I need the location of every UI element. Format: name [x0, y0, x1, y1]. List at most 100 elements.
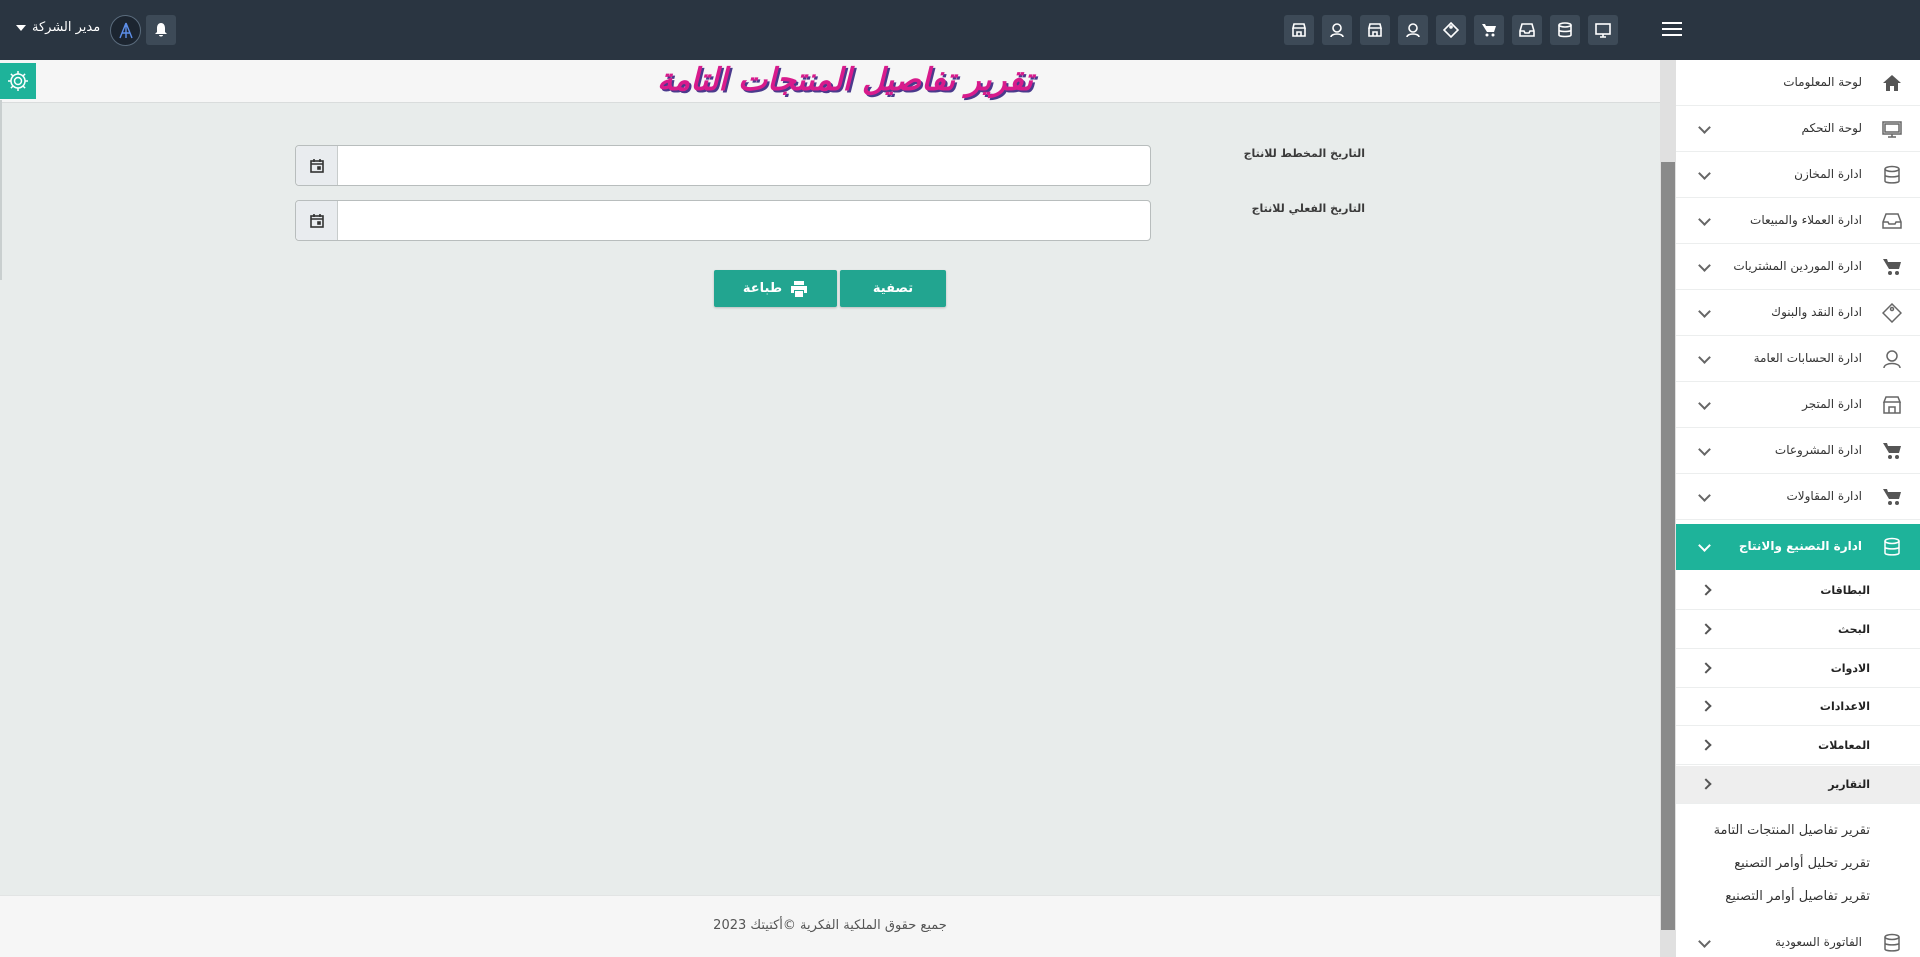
submenu-label: المعاملات [1818, 739, 1870, 752]
sidebar-item-dashboard-info[interactable]: لوحة المعلومات [1676, 60, 1920, 106]
sidebar-item-suppliers-purchases[interactable]: ادارة الموردين المشتريات [1676, 244, 1920, 290]
submenu-label: البحث [1838, 623, 1870, 636]
planned-date-field [295, 145, 1151, 186]
monitor-icon[interactable] [1588, 15, 1618, 45]
sidebar-item-manufacturing[interactable]: ادارة التصنيع والانتاج [1676, 524, 1920, 570]
planned-date-input[interactable] [338, 146, 1148, 185]
chevron-right-icon [1700, 623, 1712, 635]
calendar-icon[interactable] [296, 201, 338, 240]
submenu-label: الادوات [1830, 662, 1870, 675]
chevron-down-icon [1698, 397, 1711, 410]
sidebar-item-warehouses[interactable]: ادارة المخازن [1676, 152, 1920, 198]
page-footer: جميع حقوق الملكية الفكرية ©أكتيتك 2023 [0, 895, 1660, 957]
cart-icon [1882, 257, 1902, 277]
sidebar-item-label: ادارة الحسابات العامة [1753, 351, 1862, 365]
report-link-orders-analysis[interactable]: تقرير تحليل أوامر التصنيع [1734, 856, 1870, 871]
sidebar-item-label: ادارة المخازن [1794, 167, 1862, 181]
user-menu-dropdown[interactable]: مدير الشركة [16, 20, 100, 35]
tag-icon[interactable] [1436, 15, 1466, 45]
actual-date-input[interactable] [338, 201, 1148, 240]
cart-icon [1882, 487, 1902, 507]
sidebar-item-label: ادارة المشروعات [1774, 443, 1862, 457]
menu-toggle-icon[interactable] [1660, 18, 1684, 42]
sidebar-item-general-accounts[interactable]: ادارة الحسابات العامة [1676, 336, 1920, 382]
user-avatar[interactable] [110, 15, 141, 46]
sidebar-item-label: الفاتورة السعودية [1775, 935, 1862, 949]
chevron-down-icon [1698, 539, 1711, 552]
submenu-item-tools[interactable]: الادوات [1676, 650, 1920, 688]
sidebar-item-contracting[interactable]: ادارة المقاولات [1676, 474, 1920, 520]
monitor-icon [1882, 119, 1902, 139]
submenu-item-search[interactable]: البحث [1676, 611, 1920, 649]
sidebar-item-label: ادارة التصنيع والانتاج [1738, 539, 1862, 553]
chevron-down-icon [1698, 351, 1711, 364]
store-icon[interactable] [1284, 15, 1314, 45]
chevron-down-icon [1698, 259, 1711, 272]
submenu-item-settings[interactable]: الاعدادات [1676, 688, 1920, 726]
sidebar-item-label: لوحة المعلومات [1783, 75, 1862, 89]
chevron-down-icon [1698, 167, 1711, 180]
scrollbar-thumb[interactable] [1661, 162, 1675, 930]
printer-icon [791, 280, 808, 297]
database-icon [1882, 537, 1902, 557]
submenu-item-cards[interactable]: البطاقات [1676, 572, 1920, 610]
user-name: مدير الشركة [32, 20, 101, 35]
settings-gear-icon[interactable] [0, 63, 36, 99]
chevron-down-icon [1698, 213, 1711, 226]
cart-icon[interactable] [1474, 15, 1504, 45]
submenu-label: الاعدادات [1819, 700, 1870, 713]
sidebar-item-label: ادارة المقاولات [1786, 489, 1863, 503]
sidebar-item-store[interactable]: ادارة المتجر [1676, 382, 1920, 428]
user-icon[interactable] [1398, 15, 1428, 45]
submenu-label: البطاقات [1820, 584, 1870, 597]
page-title: تقرير تفاصيل المنتجات التامة [657, 62, 1033, 98]
top-shortcuts [1284, 15, 1618, 45]
filter-button-label: تصفية [872, 281, 914, 296]
filter-button[interactable]: تصفية [840, 270, 946, 307]
store-icon[interactable] [1360, 15, 1390, 45]
sidebar-item-control-panel[interactable]: لوحة التحكم [1676, 106, 1920, 152]
sidebar: لوحة المعلومات لوحة التحكم ادارة المخازن… [1676, 60, 1920, 957]
cart-icon [1882, 441, 1902, 461]
actual-date-field [295, 200, 1151, 241]
sidebar-item-saudi-invoice[interactable]: الفاتورة السعودية [1676, 920, 1920, 957]
sidebar-item-cash-banks[interactable]: ادارة النقد والبنوك [1676, 290, 1920, 336]
inbox-icon [1882, 211, 1902, 231]
user-icon[interactable] [1322, 15, 1352, 45]
sidebar-item-label: ادارة الموردين المشتريات [1733, 259, 1862, 273]
report-link-orders-details[interactable]: تقرير تفاصيل أوامر التصنيع [1725, 889, 1870, 904]
chevron-down-icon [1698, 935, 1711, 948]
chevron-right-icon [1700, 662, 1712, 674]
sidebar-item-label: لوحة التحكم [1801, 121, 1863, 135]
report-link-finished-products[interactable]: تقرير تفاصيل المنتجات التامة [1714, 823, 1870, 838]
calendar-icon[interactable] [296, 146, 338, 185]
sidebar-item-projects[interactable]: ادارة المشروعات [1676, 428, 1920, 474]
caret-down-icon [16, 24, 26, 31]
copyright-text: جميع حقوق الملكية الفكرية ©أكتيتك 2023 [713, 918, 947, 933]
top-navbar: مدير الشركة [0, 0, 1920, 60]
tag-icon [1881, 302, 1903, 324]
chevron-right-icon [1700, 700, 1712, 712]
submenu-item-transactions[interactable]: المعاملات [1676, 727, 1920, 765]
sidebar-item-label: ادارة المتجر [1802, 397, 1862, 411]
planned-date-label: التاريخ المخطط للانتاج [1243, 147, 1365, 160]
sidebar-item-label: ادارة العملاء والمبيعات [1750, 213, 1862, 227]
chevron-down-icon [1698, 305, 1711, 318]
database-icon [1882, 933, 1902, 953]
chevron-right-icon [1700, 584, 1712, 596]
inbox-icon[interactable] [1512, 15, 1542, 45]
page-title-bar: تقرير تفاصيل المنتجات التامة [0, 60, 1660, 103]
submenu-label: التقارير [1828, 778, 1870, 791]
chevron-right-icon [1700, 739, 1712, 751]
chevron-down-icon [1698, 121, 1711, 134]
actual-date-label: التاريخ الفعلي للانتاج [1251, 202, 1365, 215]
left-edge-strip [0, 100, 2, 280]
database-icon [1882, 165, 1902, 185]
sidebar-item-label: ادارة النقد والبنوك [1771, 305, 1862, 319]
database-icon[interactable] [1550, 15, 1580, 45]
sidebar-item-customers-sales[interactable]: ادارة العملاء والمبيعات [1676, 198, 1920, 244]
notifications-bell-icon[interactable] [146, 15, 176, 45]
submenu-item-reports[interactable]: التقارير [1676, 766, 1920, 804]
print-button[interactable]: طباعة [714, 270, 837, 307]
store-icon [1882, 395, 1902, 415]
